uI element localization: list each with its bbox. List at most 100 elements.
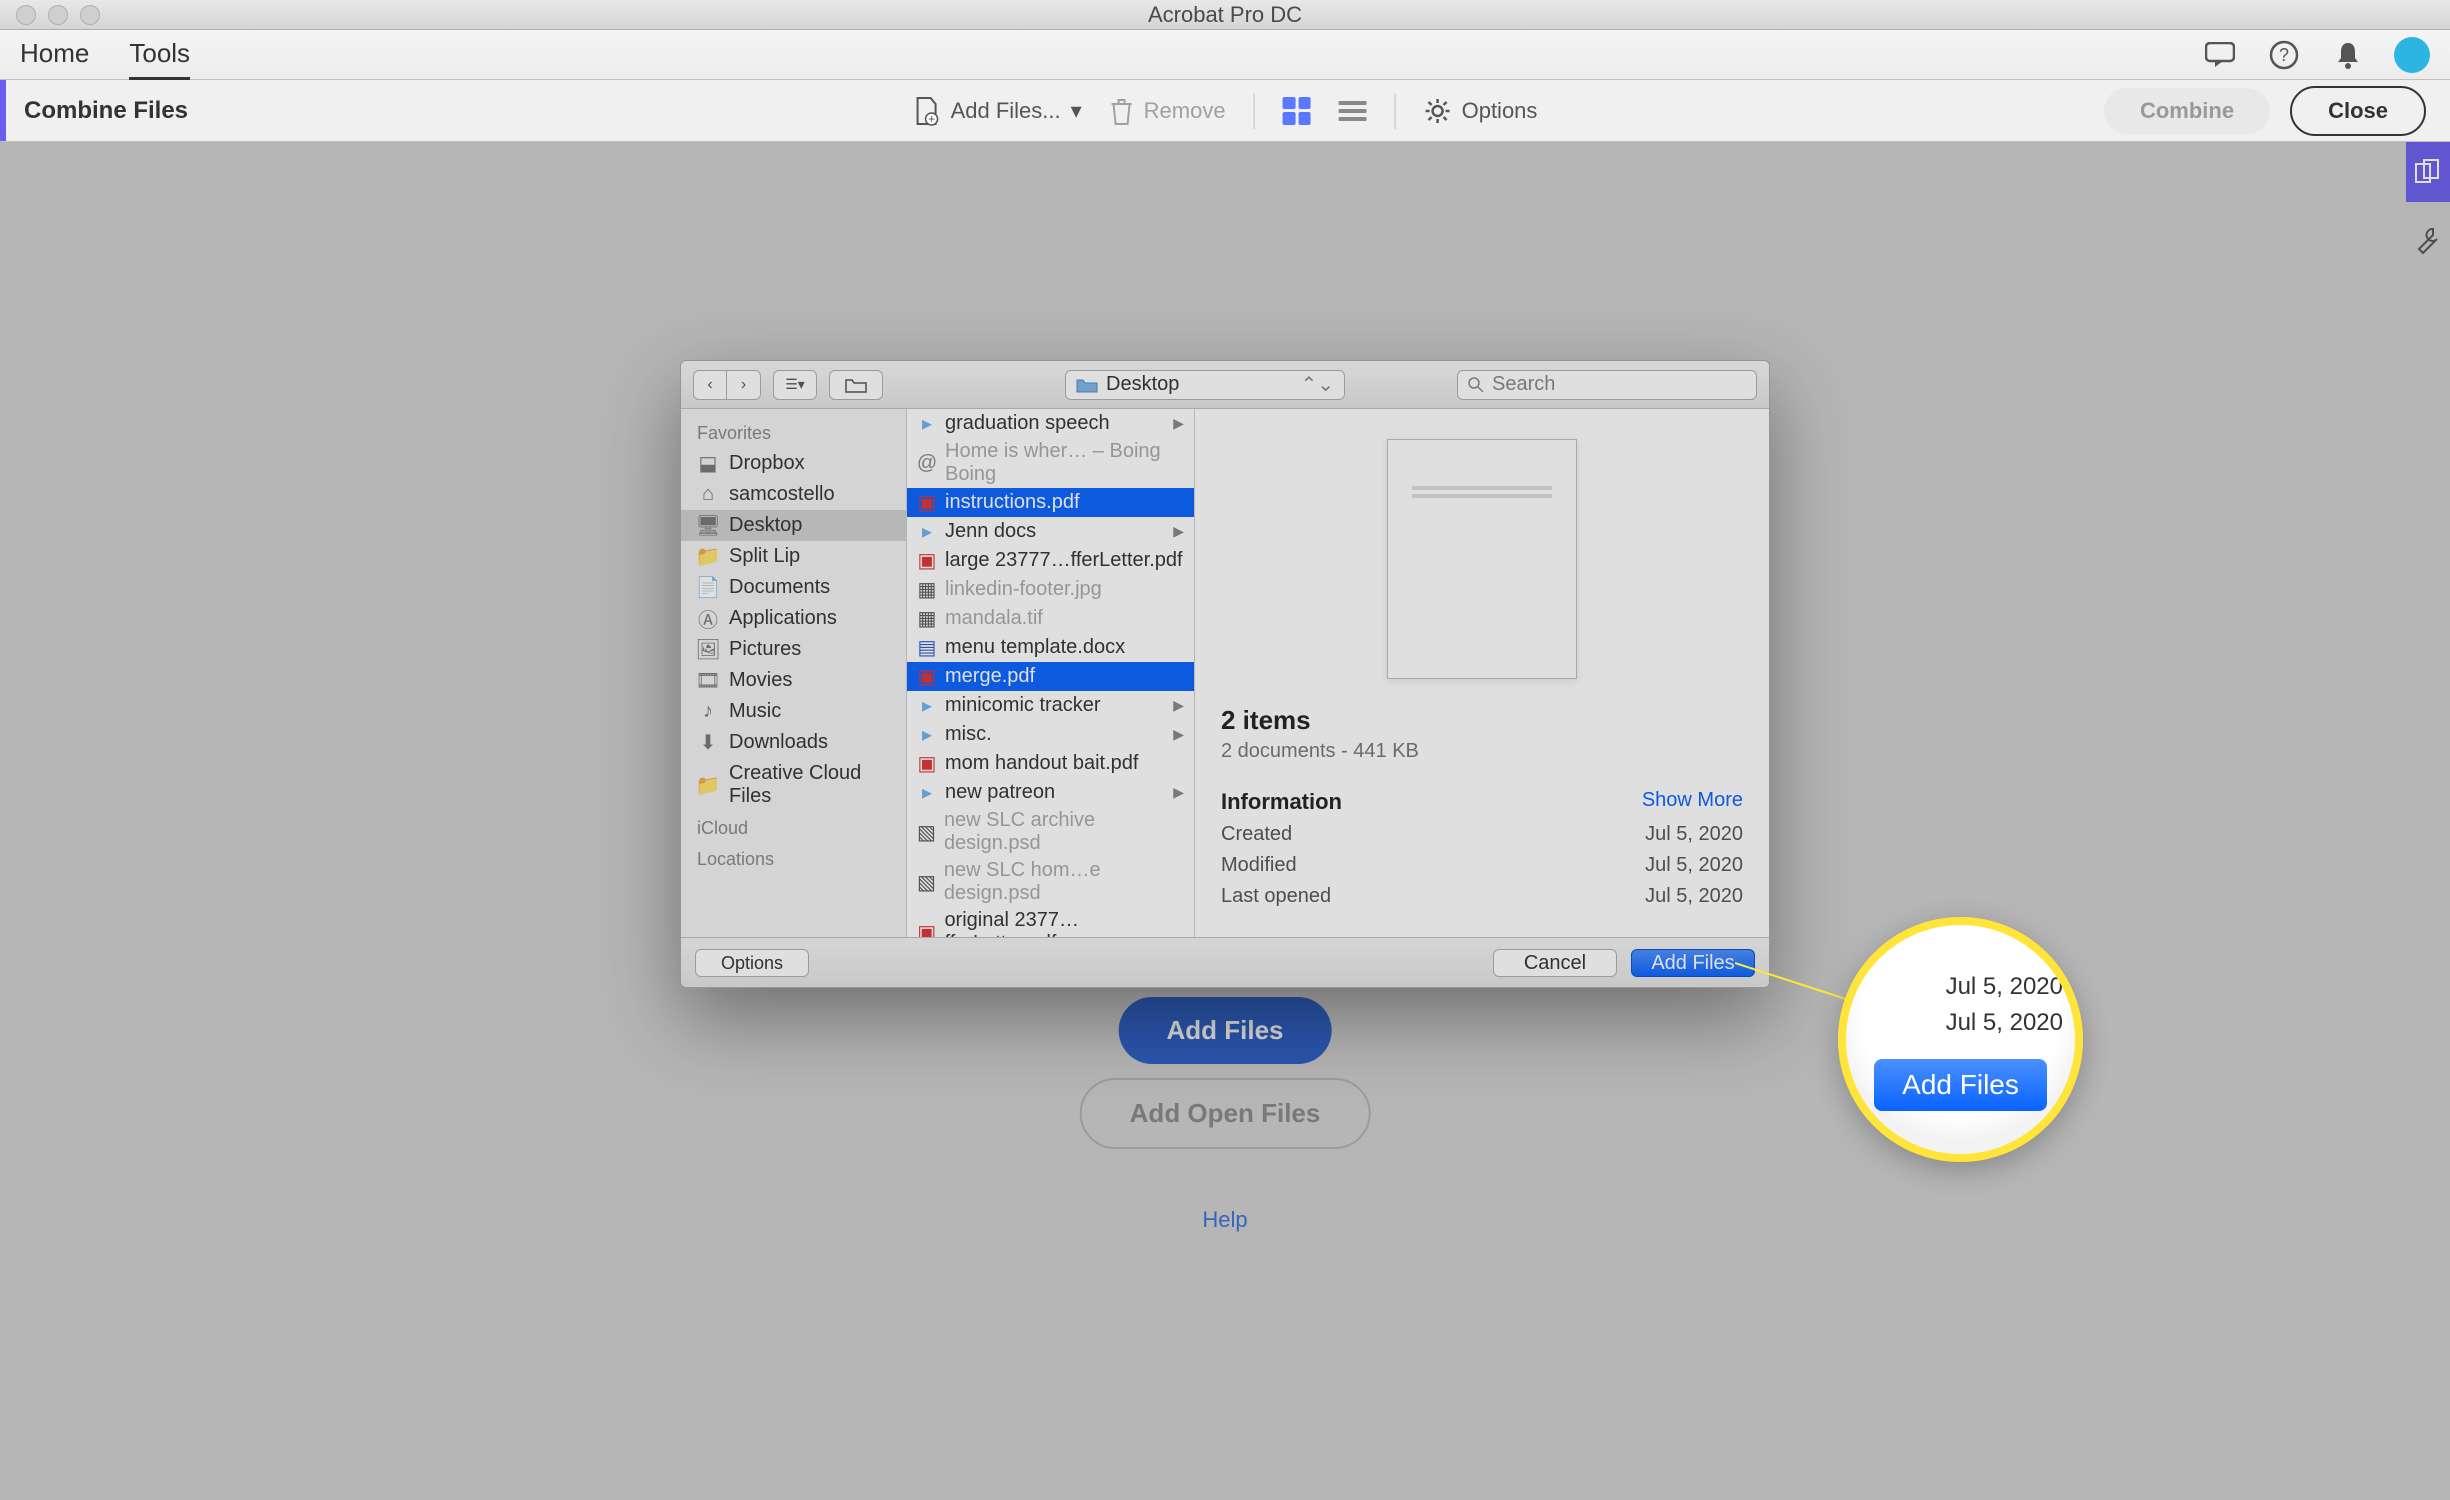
sidebar-item-label: Movies [729, 669, 792, 692]
zoom-window-button[interactable] [80, 5, 100, 25]
sidebar-item-label: Pictures [729, 638, 801, 661]
sidebar-item-applications[interactable]: ⒶApplications [681, 603, 906, 634]
path-label: Desktop [1106, 373, 1179, 396]
sidebar-item-downloads[interactable]: ⬇Downloads [681, 727, 906, 758]
file-row[interactable]: ▤menu template.docx [907, 633, 1194, 662]
options-button[interactable]: Options [1424, 97, 1538, 125]
nav-back-button[interactable]: ‹ [693, 370, 727, 400]
right-panel-more[interactable] [2410, 222, 2446, 258]
file-label: menu template.docx [945, 636, 1125, 659]
sidebar-item-icon: 🎞 [697, 672, 719, 690]
file-icon: ▸ [917, 722, 937, 747]
file-row[interactable]: ▦mandala.tif [907, 604, 1194, 633]
sidebar-item-music[interactable]: ♪Music [681, 696, 906, 727]
file-label: mom handout bait.pdf [945, 752, 1138, 775]
dialog-options-button[interactable]: Options [695, 949, 809, 977]
help-icon[interactable]: ? [2266, 37, 2302, 73]
main-actions: Add Files Add Open Files Help [1080, 997, 1371, 1233]
file-row[interactable]: ▧new SLC hom…e design.psd [907, 857, 1194, 907]
gear-icon [1424, 97, 1452, 125]
sidebar-item-label: samcostello [729, 483, 835, 506]
sidebar-item-icon: 📁 [697, 548, 719, 566]
file-row[interactable]: ▸Jenn docs▶ [907, 517, 1194, 546]
bell-icon[interactable] [2330, 37, 2366, 73]
file-row[interactable]: ▸new patreon▶ [907, 778, 1194, 807]
file-row[interactable]: ▦linkedin-footer.jpg [907, 575, 1194, 604]
chevron-right-icon: ▶ [1173, 726, 1184, 743]
chevron-right-icon: ▶ [1173, 784, 1184, 801]
file-row[interactable]: ▧new SLC archive design.psd [907, 807, 1194, 857]
chevron-right-icon: ▶ [1173, 523, 1184, 540]
chat-icon[interactable] [2202, 37, 2238, 73]
file-dialog-sidebar: Favorites ⬓Dropbox⌂samcostello🖥Desktop📁S… [681, 409, 907, 937]
close-button[interactable]: Close [2290, 86, 2426, 136]
add-files-button[interactable]: Add Files [1118, 997, 1331, 1064]
file-dialog-toolbar: ‹ › ☰▾ Desktop ⌃⌄ Search [681, 361, 1769, 409]
file-row[interactable]: ▣instructions.pdf [907, 488, 1194, 517]
sidebar-item-dropbox[interactable]: ⬓Dropbox [681, 448, 906, 479]
minimize-window-button[interactable] [48, 5, 68, 25]
file-label: Home is wher… – Boing Boing [945, 440, 1184, 486]
sidebar-item-icon: 📄 [697, 579, 719, 597]
file-row[interactable]: ▣original 2377…fferLetter.pdf [907, 907, 1194, 937]
chevron-updown-icon: ⌃⌄ [1300, 372, 1334, 397]
sidebar-item-desktop[interactable]: 🖥Desktop [681, 510, 906, 541]
sidebar-item-movies[interactable]: 🎞 Movies [681, 665, 906, 696]
callout-add-files-button: Add Files [1874, 1059, 2047, 1111]
sidebar-item-label: Desktop [729, 514, 802, 537]
file-icon: ▧ [917, 820, 936, 845]
tab-home[interactable]: Home [20, 30, 89, 80]
file-row[interactable]: ▣mom handout bait.pdf [907, 749, 1194, 778]
file-dialog-footer: Options Cancel Add Files [681, 937, 1769, 987]
file-icon: ▸ [917, 411, 937, 436]
file-icon: ▣ [917, 920, 936, 938]
sidebar-item-creative-cloud-files[interactable]: 📁Creative Cloud Files [681, 758, 906, 812]
file-row[interactable]: @Home is wher… – Boing Boing [907, 438, 1194, 488]
file-row[interactable]: ▸graduation speech▶ [907, 409, 1194, 438]
close-window-button[interactable] [16, 5, 36, 25]
right-panel-tool[interactable] [2406, 142, 2450, 202]
file-icon: ▦ [917, 577, 937, 602]
info-label: Created [1221, 823, 1292, 846]
add-open-files-button[interactable]: Add Open Files [1080, 1078, 1371, 1149]
help-link[interactable]: Help [1202, 1207, 1247, 1233]
file-label: instructions.pdf [945, 491, 1080, 514]
view-list-button[interactable] [1339, 101, 1367, 121]
file-row[interactable]: ▸minicomic tracker▶ [907, 691, 1194, 720]
tab-tools[interactable]: Tools [129, 30, 190, 80]
file-preview: 2 items 2 documents - 441 KB Information… [1195, 409, 1769, 937]
info-row: Last openedJul 5, 2020 [1221, 885, 1743, 908]
sidebar-item-label: Split Lip [729, 545, 800, 568]
file-list: ▸graduation speech▶@Home is wher… – Boin… [907, 409, 1195, 937]
titlebar: Acrobat Pro DC [0, 0, 2450, 30]
cancel-button[interactable]: Cancel [1493, 949, 1617, 977]
combine-button[interactable]: Combine [2104, 88, 2270, 134]
file-label: merge.pdf [945, 665, 1035, 688]
file-row[interactable]: ▣large 23777…fferLetter.pdf [907, 546, 1194, 575]
add-files-dropdown[interactable]: + Add Files... ▾ [913, 96, 1082, 126]
file-icon: ▧ [917, 870, 936, 895]
search-icon [1468, 377, 1484, 393]
sidebar-item-samcostello[interactable]: ⌂ samcostello [681, 479, 906, 510]
sidebar-item-split-lip[interactable]: 📁 Split Lip [681, 541, 906, 572]
callout-date-2: Jul 5, 2020 [1946, 1005, 2063, 1041]
show-more-link[interactable]: Show More [1642, 789, 1743, 815]
file-row[interactable]: ▣merge.pdf [907, 662, 1194, 691]
view-mode-button[interactable]: ☰▾ [773, 370, 817, 400]
file-row[interactable]: ▸misc.▶ [907, 720, 1194, 749]
sidebar-section-locations: Locations [681, 843, 906, 874]
sidebar-item-documents[interactable]: 📄Documents [681, 572, 906, 603]
nav-forward-button[interactable]: › [727, 370, 761, 400]
path-dropdown[interactable]: Desktop ⌃⌄ [1065, 370, 1345, 400]
group-button[interactable] [829, 370, 883, 400]
sidebar-item-label: Creative Cloud Files [729, 762, 890, 808]
sidebar-item-pictures[interactable]: 🖼Pictures [681, 634, 906, 665]
menubar: Home Tools ? [0, 30, 2450, 80]
sidebar-item-icon: ⌂ [697, 486, 719, 504]
chevron-right-icon: ▶ [1173, 415, 1184, 432]
search-input[interactable]: Search [1457, 370, 1757, 400]
avatar[interactable] [2394, 37, 2430, 73]
window-controls [0, 5, 100, 25]
view-grid-button[interactable] [1283, 97, 1311, 125]
remove-button[interactable]: Remove [1110, 96, 1226, 126]
